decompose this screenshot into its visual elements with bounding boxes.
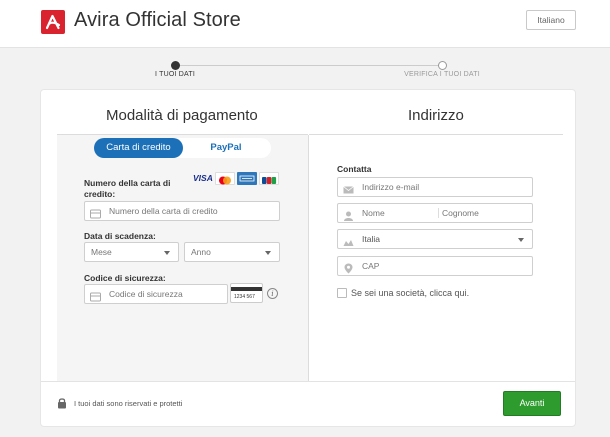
expiry-month-placeholder: Mese <box>91 247 112 257</box>
jcb-logo-icon <box>259 172 279 185</box>
location-pin-icon <box>343 261 354 279</box>
cvv-sample-number: 1234 567 <box>234 294 255 300</box>
magnetic-stripe <box>231 287 262 291</box>
contact-label: Contatta <box>337 164 372 174</box>
person-icon <box>343 208 354 226</box>
step-label-your-data: I TUOI DATI <box>154 71 196 78</box>
credit-card-icon <box>90 289 101 307</box>
tab-paypal[interactable]: PayPal <box>186 138 266 158</box>
mastercard-logo-icon <box>215 172 235 185</box>
name-input[interactable]: Nome Cognome <box>337 203 533 223</box>
card-number-placeholder: Numero della carta di credito <box>109 206 218 216</box>
credit-card-icon <box>90 206 101 224</box>
expiry-year-select[interactable]: Anno <box>184 242 280 262</box>
secure-data-text: I tuoi dati sono riservati e protetti <box>74 399 183 408</box>
country-select[interactable]: Italia <box>337 229 533 249</box>
last-name-placeholder: Cognome <box>442 208 479 218</box>
security-code-placeholder: Codice di sicurezza <box>109 289 183 299</box>
company-checkbox[interactable] <box>337 288 347 298</box>
progress-line <box>175 65 442 66</box>
payment-method-toggle: Carta di credito PayPal <box>94 138 271 158</box>
email-placeholder: Indirizzo e-mail <box>362 182 420 192</box>
payment-method-title: Modalità di pagamento <box>106 107 258 124</box>
cvv-card-back-icon: 1234 567 <box>230 283 263 303</box>
security-code-input[interactable]: Codice di sicurezza <box>84 284 228 304</box>
country-value: Italia <box>362 234 380 244</box>
email-input[interactable]: Indirizzo e-mail <box>337 177 533 197</box>
address-title: Indirizzo <box>408 107 464 124</box>
field-separator <box>438 208 439 218</box>
checkout-card: Modalità di pagamento Indirizzo Carta di… <box>40 89 576 427</box>
chevron-down-icon <box>518 238 524 242</box>
chevron-down-icon <box>265 251 271 255</box>
payment-panel: Carta di credito PayPal Numero della car… <box>57 135 308 381</box>
step-indicator-active <box>171 61 180 70</box>
column-divider <box>308 135 309 381</box>
amex-logo-icon <box>237 172 257 185</box>
avira-logo-icon <box>41 10 65 34</box>
company-checkbox-label[interactable]: Se sei una società, clicca qui. <box>351 288 469 298</box>
chevron-down-icon <box>164 251 170 255</box>
step-indicator-inactive <box>438 61 447 70</box>
lock-icon <box>57 396 67 414</box>
expiry-label: Data di scadenza: <box>84 231 156 241</box>
info-icon[interactable]: i <box>267 288 278 299</box>
security-code-label: Codice di sicurezza: <box>84 273 166 283</box>
zip-input[interactable]: CAP <box>337 256 533 276</box>
zip-placeholder: CAP <box>362 261 380 271</box>
tab-credit-card[interactable]: Carta di credito <box>94 138 183 158</box>
envelope-icon <box>343 182 354 200</box>
next-button[interactable]: Avanti <box>503 391 561 416</box>
language-button[interactable]: Italiano <box>526 10 576 30</box>
expiry-month-select[interactable]: Mese <box>84 242 179 262</box>
divider <box>309 134 563 135</box>
top-bar: Avira Official Store Italiano <box>0 0 610 48</box>
step-label-verify-data: VERIFICA I TUOI DATI <box>404 71 480 78</box>
card-number-input[interactable]: Numero della carta di credito <box>84 201 280 221</box>
card-number-label: Numero della carta di credito: <box>84 178 171 199</box>
brand-title: Avira Official Store <box>74 9 241 31</box>
expiry-year-placeholder: Anno <box>191 247 211 257</box>
visa-logo-icon: VISA <box>193 173 213 183</box>
map-icon <box>343 234 354 252</box>
first-name-placeholder: Nome <box>362 208 385 218</box>
footer-divider <box>41 381 575 382</box>
